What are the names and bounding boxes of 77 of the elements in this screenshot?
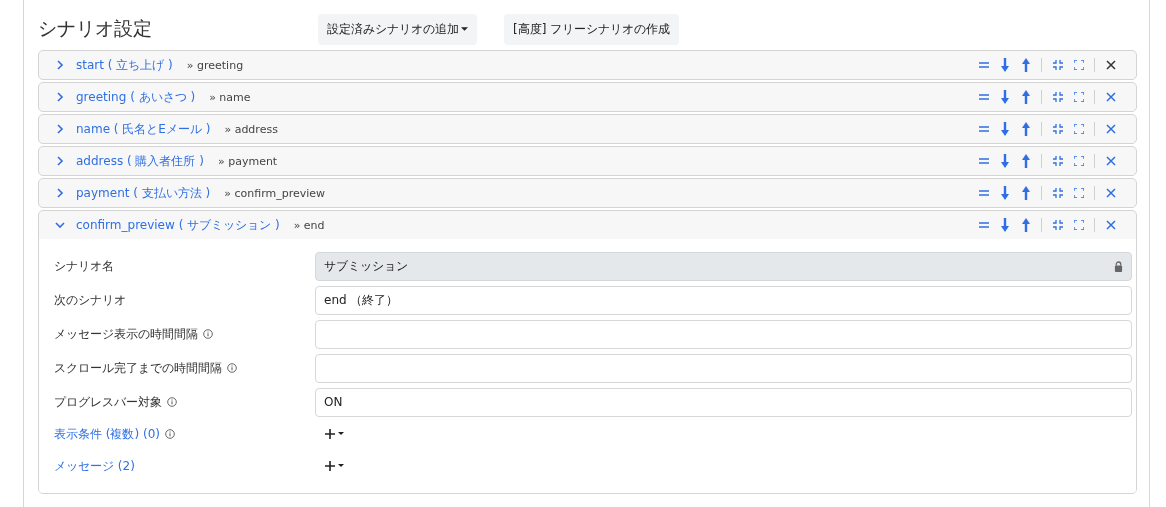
arrow-up-icon[interactable] — [1021, 122, 1031, 136]
equals-icon[interactable] — [979, 62, 989, 68]
equals-icon[interactable] — [979, 190, 989, 196]
info-icon[interactable] — [203, 329, 213, 339]
chevron-icon — [55, 188, 65, 198]
next-scenario: » name — [209, 90, 251, 104]
next-scenario: » greeting — [186, 58, 244, 72]
scenario-header[interactable]: name ( 氏名とEメール ) » address — [39, 115, 1136, 143]
header-button[interactable]: 設定済みシナリオの追加 — [318, 13, 477, 45]
page-title: シナリオ設定 — [38, 16, 153, 41]
equals-icon[interactable] — [979, 126, 989, 132]
scenario-header[interactable]: start ( 立ち上げ ) » greeting — [39, 51, 1136, 79]
plus-caret-icon — [325, 428, 345, 440]
section-link[interactable]: 表示条件 (複数) (0) — [54, 425, 160, 443]
collapse-icon[interactable] — [1053, 188, 1063, 198]
header-button[interactable]: [高度] フリーシナリオの作成 — [504, 13, 680, 45]
equals-icon[interactable] — [979, 158, 989, 164]
input-field[interactable] — [315, 353, 1132, 383]
equals-icon[interactable] — [979, 94, 989, 100]
expand-icon[interactable] — [1074, 220, 1084, 230]
scenario-name[interactable]: name ( 氏名とEメール ) — [76, 120, 211, 138]
next-scenario: » payment — [217, 154, 278, 168]
lock-icon — [1114, 260, 1123, 272]
arrow-up-icon[interactable] — [1021, 218, 1031, 232]
scenario-name[interactable]: start ( 立ち上げ ) — [76, 56, 173, 74]
scenario-header[interactable]: greeting ( あいさつ ) » name — [39, 83, 1136, 111]
collapse-icon[interactable] — [1053, 92, 1063, 102]
plus-caret-icon — [325, 460, 345, 472]
field-label: 次のシナリオ — [54, 291, 126, 309]
next-scenario: » confirm_preview — [224, 186, 326, 200]
input-field[interactable] — [315, 319, 1132, 349]
field-label: シナリオ名 — [54, 257, 114, 275]
arrow-down-icon[interactable] — [1000, 186, 1010, 200]
expand-icon[interactable] — [1074, 124, 1084, 134]
collapse-icon[interactable] — [1053, 124, 1063, 134]
collapse-icon[interactable] — [1053, 60, 1063, 70]
info-icon[interactable] — [227, 363, 237, 373]
arrow-up-icon[interactable] — [1021, 186, 1031, 200]
expand-icon[interactable] — [1074, 188, 1084, 198]
chevron-icon — [55, 60, 65, 70]
info-icon[interactable] — [165, 429, 175, 439]
next-scenario: » address — [224, 122, 278, 136]
scenario-header[interactable]: address ( 購入者住所 ) » payment — [39, 147, 1136, 175]
close-icon[interactable] — [1106, 60, 1116, 70]
arrow-up-icon[interactable] — [1021, 90, 1031, 104]
arrow-down-icon[interactable] — [1000, 122, 1010, 136]
collapse-icon[interactable] — [1053, 156, 1063, 166]
expand-icon[interactable] — [1074, 92, 1084, 102]
expand-icon[interactable] — [1074, 60, 1084, 70]
field-label: スクロール完了までの時間間隔 — [54, 359, 222, 377]
field-label: プログレスバー対象 — [54, 393, 162, 411]
arrow-down-icon[interactable] — [1000, 154, 1010, 168]
input-field[interactable]: end （終了） — [315, 285, 1132, 315]
scenario-header[interactable]: confirm_preview ( サブミッション ) » end — [39, 211, 1136, 239]
scenario-name[interactable]: confirm_preview ( サブミッション ) — [76, 216, 280, 234]
info-icon[interactable] — [167, 397, 177, 407]
next-scenario: » end — [293, 218, 325, 232]
scenario-name[interactable]: payment ( 支払い方法 ) — [76, 184, 211, 202]
field-label: メッセージ表示の時間間隔 — [54, 325, 198, 343]
scenario-name[interactable]: greeting ( あいさつ ) — [76, 88, 196, 106]
chevron-icon — [55, 156, 65, 166]
arrow-up-icon[interactable] — [1021, 154, 1031, 168]
equals-icon[interactable] — [979, 222, 989, 228]
arrow-down-icon[interactable] — [1000, 58, 1010, 72]
scenario-header[interactable]: payment ( 支払い方法 ) » confirm_preview — [39, 179, 1136, 207]
arrow-up-icon[interactable] — [1021, 58, 1031, 72]
chevron-icon — [55, 92, 65, 102]
chevron-icon — [55, 220, 65, 230]
section-link[interactable]: メッセージ (2) — [54, 457, 135, 475]
arrow-down-icon[interactable] — [1000, 90, 1010, 104]
chevron-icon — [55, 124, 65, 134]
scenario-name[interactable]: address ( 購入者住所 ) — [76, 152, 204, 170]
arrow-down-icon[interactable] — [1000, 218, 1010, 232]
expand-icon[interactable] — [1074, 156, 1084, 166]
input-field[interactable]: ON — [315, 387, 1132, 417]
collapse-icon[interactable] — [1053, 220, 1063, 230]
caret-icon — [461, 27, 468, 31]
